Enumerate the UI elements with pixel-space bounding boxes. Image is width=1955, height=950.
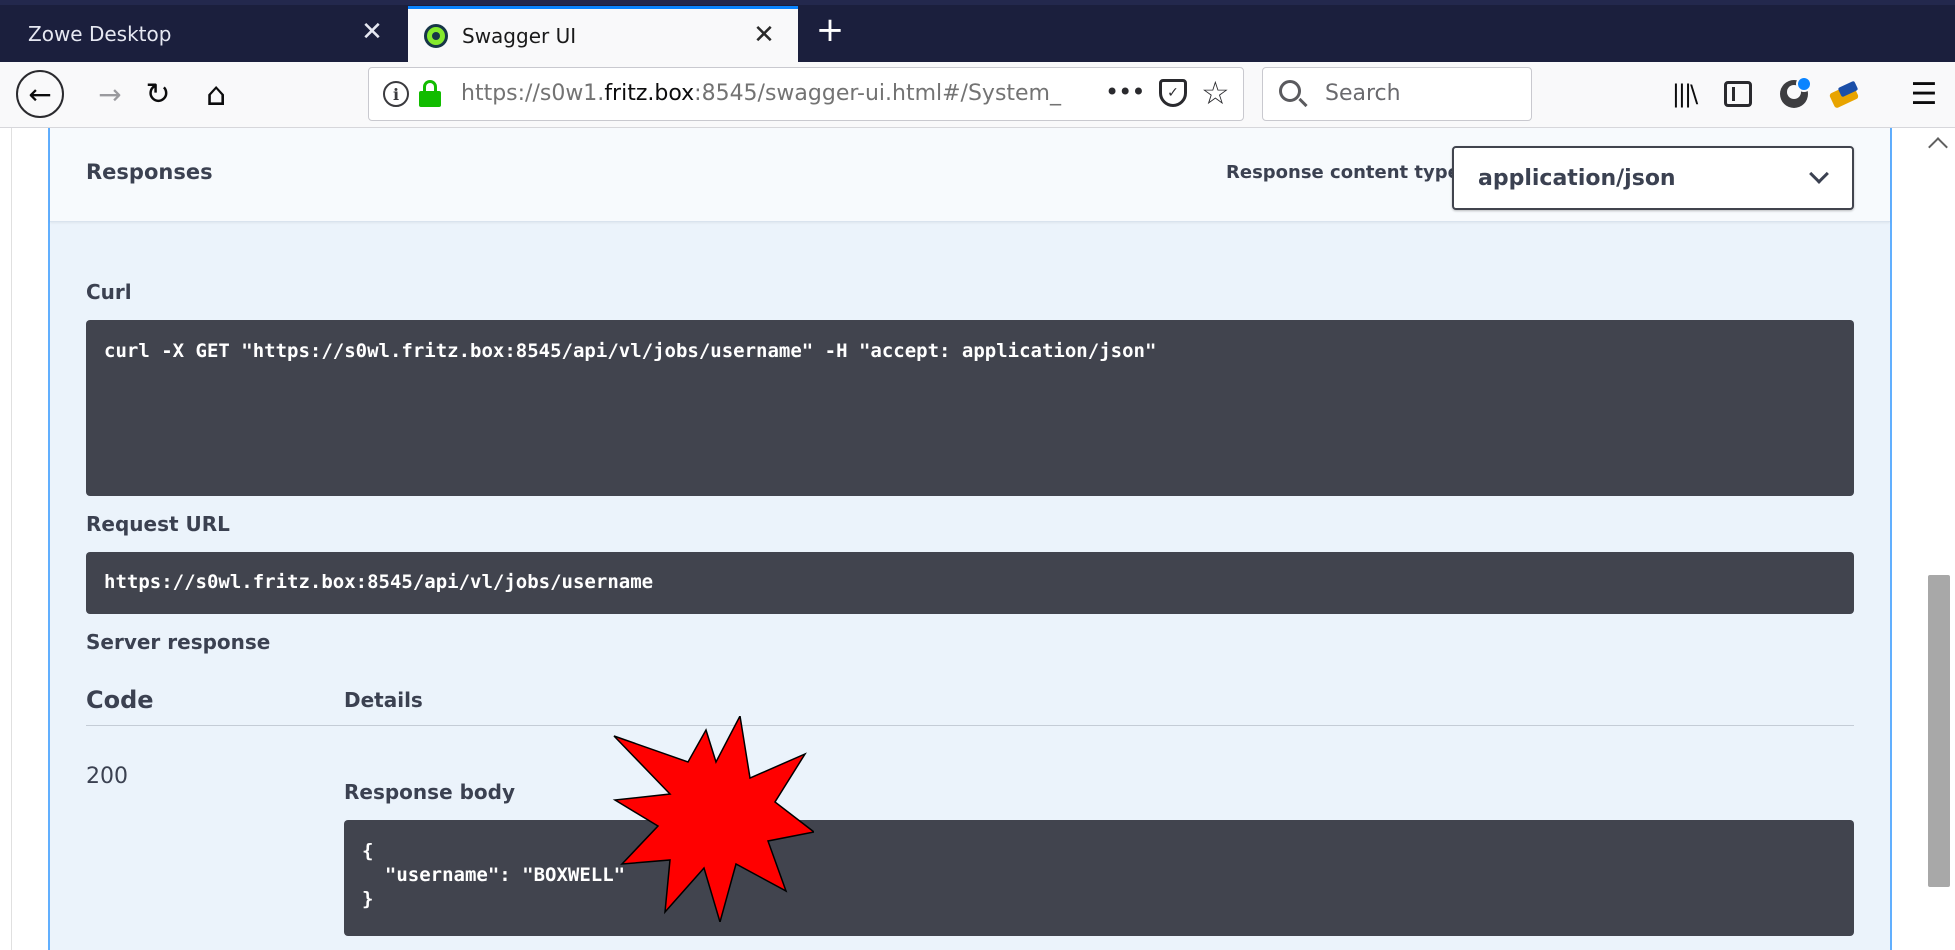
response-content-type-select[interactable]: application/json [1452,146,1854,210]
request-url-text: https://s0wl.fritz.box:8545/api/vl/jobs/… [104,571,654,593]
column-header-code: Code [86,686,154,714]
home-button[interactable]: ⌂ [194,72,238,116]
chevron-down-icon [1809,164,1829,184]
starburst-shape [612,716,814,922]
url-host: fritz.box [604,81,695,106]
swagger-favicon-icon [424,23,448,48]
responses-title: Responses [86,160,213,184]
account-button[interactable] [1774,74,1814,114]
red-starburst-annotation-icon [612,716,814,922]
search-input[interactable]: Search [1262,67,1532,121]
reload-button[interactable]: ↻ [136,72,180,116]
response-table-header: Code Details [86,678,1854,726]
scroll-up-arrow-icon[interactable] [1928,137,1948,157]
response-content-type-value: application/json [1478,166,1676,191]
extension-icon [1831,82,1861,106]
page-viewport: Responses Response content type applicat… [0,128,1955,950]
page-scrollbar[interactable] [1924,128,1955,950]
account-icon [1780,76,1812,108]
address-bar[interactable]: i https://s0w1.fritz.box:8545/swagger-ui… [368,67,1244,121]
bookmark-star-icon[interactable]: ☆ [1201,74,1230,112]
search-placeholder: Search [1325,81,1401,106]
page-actions-more-icon[interactable]: ••• [1105,78,1145,106]
url-text[interactable]: https://s0w1.fritz.box:8545/swagger-ui.h… [461,81,1061,106]
curl-command-box[interactable]: curl -X GET "https://s0wl.fritz.box:8545… [86,320,1854,496]
new-tab-button[interactable]: + [810,10,850,50]
library-icon[interactable]: |||\ [1664,74,1704,114]
tab-title: Zowe Desktop [28,22,172,46]
lock-icon[interactable] [419,80,441,108]
response-body-label: Response body [344,780,516,804]
responses-header: Responses Response content type applicat… [50,128,1890,222]
response-body-box[interactable]: { "username": "BOXWELL" } [344,820,1854,936]
sidebar-icon [1724,81,1752,107]
tab-strip: Zowe Desktop ✕ Swagger UI ✕ + [0,0,1955,62]
request-url-label: Request URL [86,512,230,536]
get-operation-block: Responses Response content type applicat… [48,128,1892,950]
scrollbar-thumb[interactable] [1928,575,1950,887]
tab-zowe-desktop[interactable]: Zowe Desktop ✕ [8,6,406,62]
search-icon [1279,80,1301,102]
tab-title: Swagger UI [462,23,577,48]
curl-command-text: curl -X GET "https://s0wl.fritz.box:8545… [104,340,1157,362]
back-button[interactable]: ← [16,70,64,118]
response-content-type-label: Response content type [1226,162,1460,183]
tab-strip-top-line [0,0,1955,5]
close-icon[interactable]: ✕ [356,16,388,48]
response-body-line: { [362,840,374,862]
close-icon[interactable]: ✕ [748,19,780,51]
server-response-label: Server response [86,630,271,654]
response-body-line: "username": "BOXWELL" [362,864,626,886]
extension-button[interactable] [1826,74,1866,114]
response-status-code: 200 [86,764,128,789]
navigation-toolbar: ← → ↻ ⌂ i https://s0w1.fritz.box:8545/sw… [0,62,1955,128]
request-url-box[interactable]: https://s0wl.fritz.box:8545/api/vl/jobs/… [86,552,1854,614]
url-prefix: https://s0w1. [461,81,605,106]
sidebar-toggle-button[interactable] [1718,74,1758,114]
pocket-icon[interactable]: ✓ [1159,79,1187,107]
curl-label: Curl [86,280,132,304]
forward-button[interactable]: → [88,72,132,116]
hamburger-menu-icon[interactable]: ☰ [1904,74,1944,114]
url-suffix: :8545/swagger-ui.html#/System_ [694,81,1061,106]
column-header-details: Details [344,688,423,712]
page-left-edge [0,128,12,950]
response-body-line: } [362,888,374,910]
info-icon[interactable]: i [383,81,409,107]
tab-swagger-ui[interactable]: Swagger UI ✕ [408,6,798,62]
